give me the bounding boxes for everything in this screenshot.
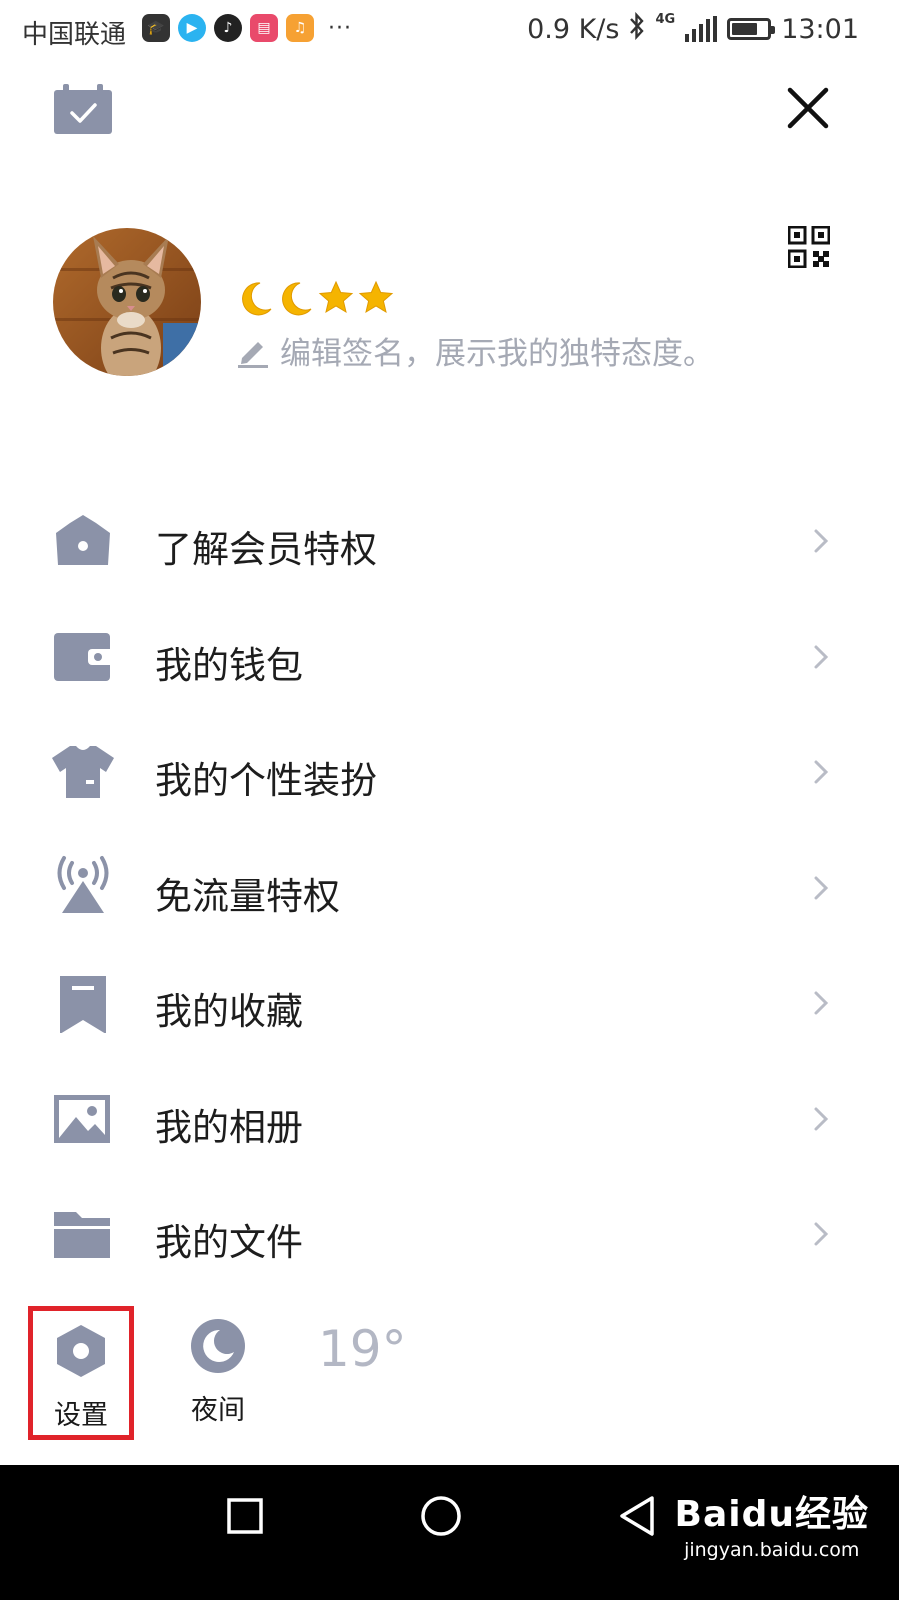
calendar-check-icon[interactable] [54,84,112,134]
moon-badge-icon [242,282,272,316]
level-badges[interactable] [238,280,394,316]
chevron-right-icon [814,645,829,668]
menu-label: 免流量特权 [155,874,340,918]
menu-item-wallet[interactable]: 我的钱包 [0,599,899,715]
cat-avatar-image [53,228,201,376]
chevron-right-icon [814,991,829,1015]
menu-item-personalization[interactable]: 我的个性装扮 [0,714,899,830]
battery-icon [727,18,776,40]
crown-icon [56,515,110,565]
system-navigation-bar: Baidu经验 jingyan.baidu.com [0,1465,899,1600]
menu-item-files[interactable]: 我的文件 [0,1176,899,1292]
star-badge-icon [318,280,354,314]
chevron-right-icon [814,876,829,899]
menu-label: 了解会员特权 [155,528,377,571]
menu-label: 我的相册 [155,1105,303,1149]
close-icon[interactable] [786,86,830,130]
recent-apps-icon[interactable] [226,1497,264,1535]
home-icon[interactable] [420,1495,462,1537]
network-speed: 0.9 K/s [527,13,620,45]
watermark-sub: jingyan.baidu.com [684,1539,860,1561]
chevron-right-icon [814,760,829,784]
more-notifications-indicator: ··· [328,15,352,41]
tshirt-icon [52,746,114,798]
star-badge-icon [358,280,394,314]
bluetooth-icon [629,11,645,46]
bottom-actions: 设置 夜间 19° [0,1300,899,1450]
watermark-main: Baidu经验 [674,1494,869,1535]
network-type: 4G [655,12,676,27]
battery-fill [732,23,757,35]
settings-hexagon-icon [57,1325,105,1377]
status-bar: 中国联通 🎓 ▶ ♪ ▤ ♫ ··· 0.9 K/s 4G 13:01 [0,0,899,62]
chevron-right-icon [814,1107,829,1130]
menu-label: 我的钱包 [155,643,303,687]
bookmark-icon [60,976,106,1033]
moon-badge-icon [282,282,312,316]
video-app-icon: ▶ [178,14,206,42]
photo-icon [54,1094,110,1143]
signature-field[interactable]: 编辑签名，展示我的独特态度。 [236,328,714,373]
menu-item-free-data[interactable]: 免流量特权 [0,830,899,946]
music-app-icon: ♫ [286,14,314,42]
signal-icon [685,16,718,42]
shop-app-icon: ▤ [250,14,278,42]
night-mode-button[interactable]: 夜间 [183,1318,253,1427]
menu-label: 我的文件 [155,1221,303,1264]
notification-icons: 🎓 ▶ ♪ ▤ ♫ ··· [142,14,352,42]
carrier-label: 中国联通 [22,20,127,50]
broadcast-tower-icon [57,855,109,913]
wallet-icon [54,632,114,681]
menu-item-favorites[interactable]: 我的收藏 [0,945,899,1061]
night-label: 夜间 [191,1395,245,1426]
baidu-watermark: Baidu经验 jingyan.baidu.com [675,1485,869,1561]
back-icon[interactable] [618,1495,656,1537]
menu-item-album[interactable]: 我的相册 [0,1061,899,1177]
menu-list: 了解会员特权 我的钱包 我的个性装扮 免流量特权 我的收藏 我的相册 我的文件 [0,483,899,1292]
tiktok-icon: ♪ [214,14,242,42]
graduation-cap-icon: 🎓 [142,14,170,42]
menu-label: 我的收藏 [155,990,303,1033]
avatar[interactable] [53,228,201,376]
chevron-right-icon [814,529,829,553]
menu-label: 我的个性装扮 [155,759,377,802]
settings-button[interactable]: 设置 [28,1306,134,1440]
temperature-label[interactable]: 19° [318,1320,407,1378]
moon-icon [191,1319,245,1373]
menu-item-vip-privileges[interactable]: 了解会员特权 [0,483,899,599]
signature-placeholder: 编辑签名，展示我的独特态度。 [280,336,714,372]
chevron-right-icon [814,1222,829,1246]
folder-icon [54,1212,110,1258]
settings-label: 设置 [54,1400,108,1431]
qr-code-icon[interactable] [788,226,830,268]
status-right: 0.9 K/s 4G 13:01 [527,11,859,46]
clock: 13:01 [781,13,859,45]
pencil-icon [238,341,268,368]
